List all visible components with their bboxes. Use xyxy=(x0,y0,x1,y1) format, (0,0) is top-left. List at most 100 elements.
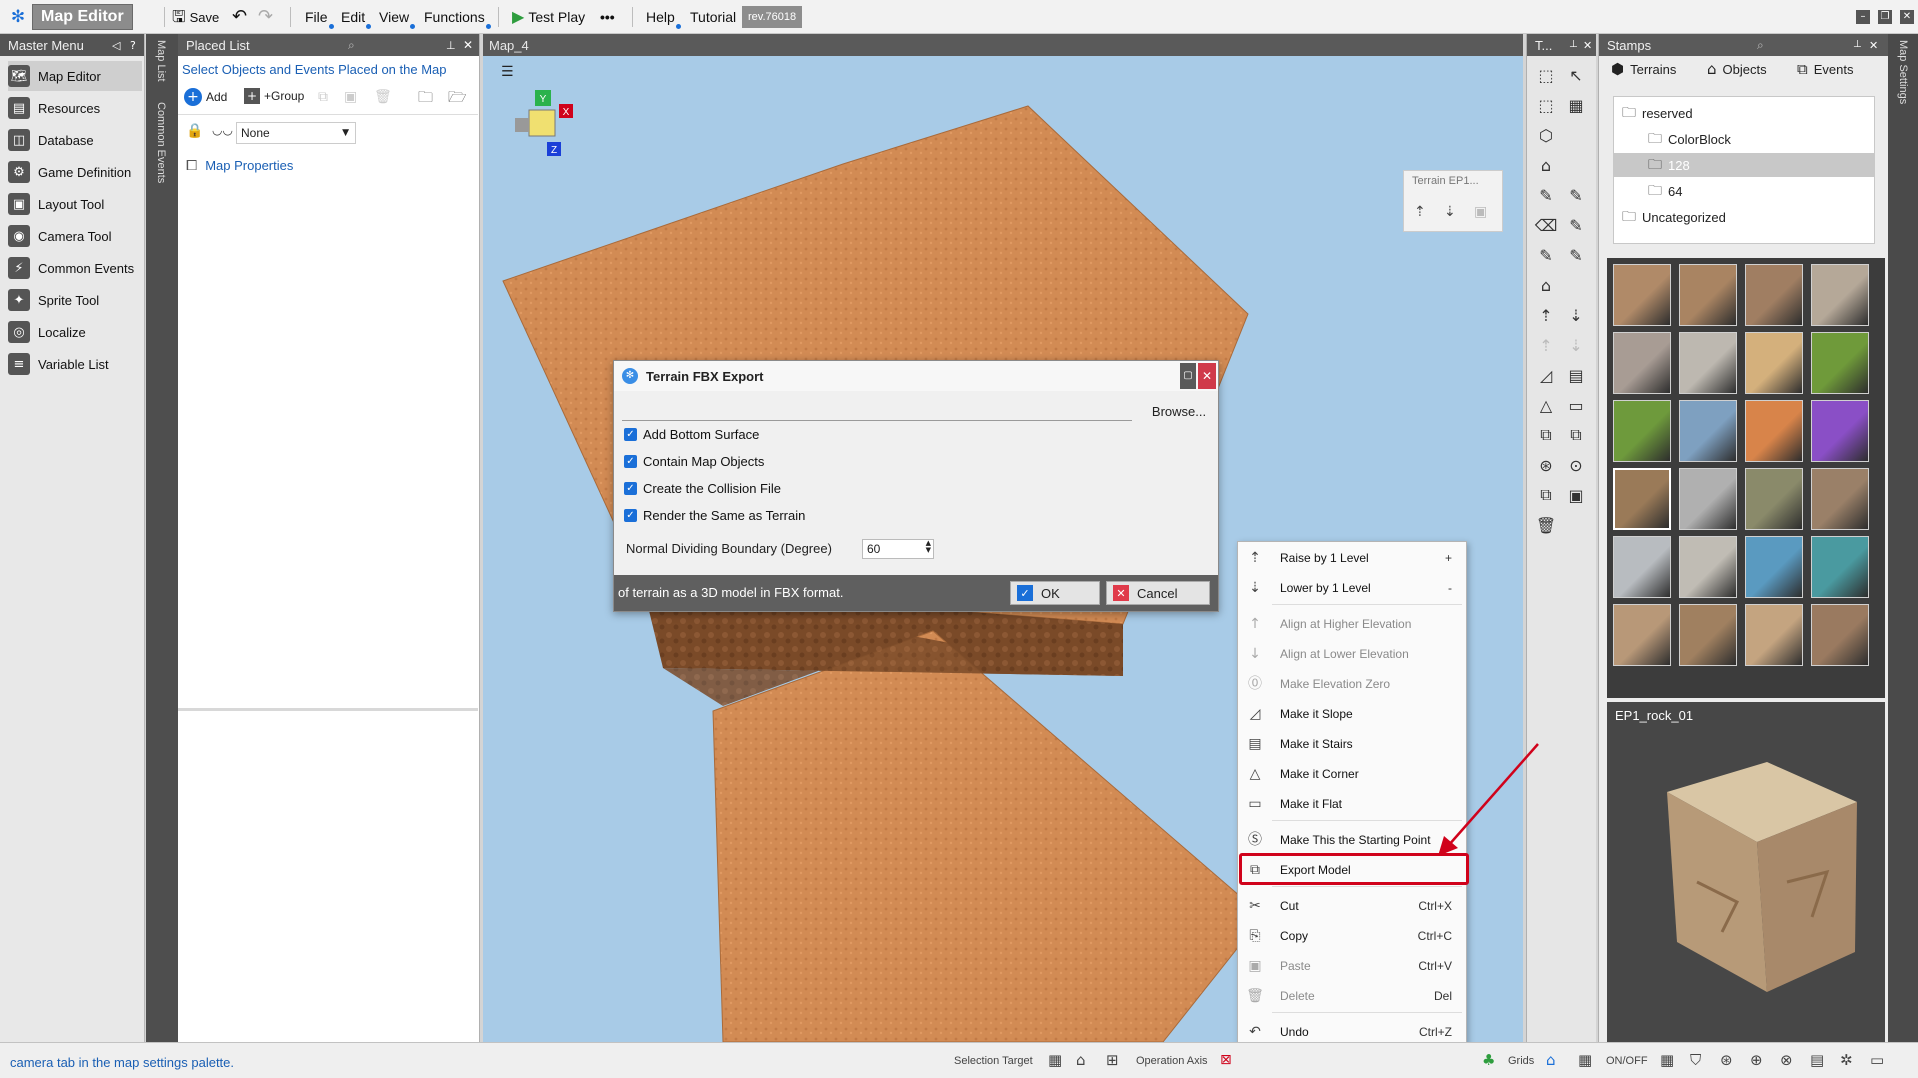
visibility-icon[interactable]: ◡◡ xyxy=(212,124,233,136)
tool-button-27-icon[interactable]: ⊛ xyxy=(1533,452,1559,478)
stamp-tile[interactable] xyxy=(1679,604,1737,666)
home-grid-icon[interactable]: ⌂ xyxy=(1546,1053,1556,1068)
tool-button-31-icon[interactable]: 🗑 xyxy=(1533,512,1559,538)
tool-button-23-icon[interactable]: △ xyxy=(1533,392,1559,418)
stamp-tile[interactable] xyxy=(1811,536,1869,598)
stamp-tile[interactable] xyxy=(1811,400,1869,462)
context-item-raise[interactable]: ⇡ Raise by 1 Level + xyxy=(1238,544,1466,572)
terrain-lower-icon[interactable]: ⇣ xyxy=(1444,205,1456,219)
axis-gizmo[interactable]: Y X Z xyxy=(507,84,579,164)
stamp-folder-1[interactable]: 🗀 reserved xyxy=(1614,101,1874,125)
stamp-tile[interactable] xyxy=(1679,264,1737,326)
menu-icon[interactable]: ☰ xyxy=(501,64,514,79)
copy-icon[interactable]: ⧉ xyxy=(318,90,328,104)
status-toggle-7-icon[interactable]: ✲ xyxy=(1840,1053,1853,1068)
side-tab-map-list[interactable]: Map List xyxy=(155,40,167,82)
stamp-tile[interactable] xyxy=(1613,468,1671,530)
tools-pin-icon[interactable]: ⊥ xyxy=(1569,40,1578,50)
search-icon[interactable]: ⌕ xyxy=(348,39,355,51)
master-menu-item-variable-list[interactable]: ≡ Variable List xyxy=(8,349,142,379)
tool-button-2-icon[interactable]: ↖ xyxy=(1563,62,1589,88)
stamp-tile[interactable] xyxy=(1811,468,1869,530)
close-icon[interactable]: ✕ xyxy=(1900,10,1914,24)
stamp-folder-3[interactable]: 🗀 128 xyxy=(1614,153,1874,177)
master-menu-item-game-definition[interactable]: ⚙ Game Definition xyxy=(8,157,142,187)
tree-item-map-properties[interactable]: ⧠ Map Properties xyxy=(186,158,293,173)
tool-button-20-icon[interactable]: ⇣ xyxy=(1563,332,1589,358)
tree-icon[interactable]: ♣ xyxy=(1482,1053,1495,1068)
side-tab-common-events[interactable]: Common Events xyxy=(155,102,167,183)
tool-button-18-icon[interactable]: ⇣ xyxy=(1563,302,1589,328)
stamp-tile[interactable] xyxy=(1745,264,1803,326)
tool-button-28-icon[interactable]: ⊙ xyxy=(1563,452,1589,478)
stamp-tile[interactable] xyxy=(1745,536,1803,598)
spin-icon[interactable]: ▲ ▼ xyxy=(926,540,931,554)
master-menu-item-map[interactable]: 🗺 Map Editor xyxy=(8,61,142,91)
tool-button-12-icon[interactable]: ✎ xyxy=(1563,212,1589,238)
minimize-icon[interactable]: – xyxy=(1856,10,1870,24)
context-item-delete[interactable]: 🗑 Delete Del xyxy=(1238,982,1466,1010)
status-toggle-3-icon[interactable]: ⊛ xyxy=(1720,1053,1733,1068)
menu-file[interactable]: File xyxy=(305,0,334,34)
trash-icon[interactable]: 🗑 xyxy=(374,90,392,104)
terrain-clipboard-icon[interactable]: ▣ xyxy=(1474,205,1487,219)
tool-button-14-icon[interactable]: ✎ xyxy=(1563,242,1589,268)
help-icon[interactable]: ? xyxy=(130,40,136,51)
status-toggle-6-icon[interactable]: ▤ xyxy=(1810,1053,1824,1068)
layer-select[interactable]: None ▼ xyxy=(236,122,356,144)
restore-icon[interactable]: ❐ xyxy=(1878,10,1892,24)
tool-button-30-icon[interactable]: ▣ xyxy=(1563,482,1589,508)
dialog-titlebar[interactable]: ✻ Terrain FBX Export ▢ ✕ xyxy=(614,361,1218,391)
undo-toolbar-button[interactable]: ↶ xyxy=(232,0,247,34)
stamp-tile[interactable] xyxy=(1811,604,1869,666)
tool-button-13-icon[interactable]: ✎ xyxy=(1533,242,1559,268)
stamp-folder-4[interactable]: 🗀 64 xyxy=(1614,179,1874,203)
menu-edit[interactable]: Edit xyxy=(341,0,372,34)
tool-button-15-icon[interactable]: ⌂ xyxy=(1533,272,1559,298)
more-button[interactable]: ••• xyxy=(600,0,615,34)
panel-splitter[interactable] xyxy=(178,708,478,711)
stamp-tile[interactable] xyxy=(1613,400,1671,462)
tools-close-icon[interactable]: ✕ xyxy=(1583,40,1592,51)
terrain-raise-icon[interactable]: ⇡ xyxy=(1414,205,1426,219)
stamp-tile[interactable] xyxy=(1613,264,1671,326)
master-menu-item-database[interactable]: ◫ Database xyxy=(8,125,142,155)
menu-view[interactable]: View xyxy=(379,0,416,34)
dialog-close-icon[interactable]: ✕ xyxy=(1198,363,1216,389)
test-play-button[interactable]: ▶ Test Play xyxy=(512,0,585,34)
master-menu-item-resources[interactable]: ▤ Resources xyxy=(8,93,142,123)
status-toggle-5-icon[interactable]: ⊗ xyxy=(1780,1053,1793,1068)
stamp-tile[interactable] xyxy=(1679,468,1737,530)
stamp-folder-2[interactable]: 🗀 ColorBlock xyxy=(1614,127,1874,151)
tool-button-1-icon[interactable]: ⬚ xyxy=(1533,62,1559,88)
add-button[interactable]: + Add xyxy=(184,88,227,106)
stamp-tile[interactable] xyxy=(1745,332,1803,394)
cancel-button[interactable]: ✕ Cancel xyxy=(1106,581,1210,605)
context-item-zero[interactable]: ⓪ Make Elevation Zero xyxy=(1238,670,1466,698)
lock-icon[interactable]: 🔒 xyxy=(186,124,203,138)
tool-button-21-icon[interactable]: ◿ xyxy=(1533,362,1559,388)
context-item-cut[interactable]: ✂ Cut Ctrl+X xyxy=(1238,892,1466,920)
stamps-search-icon[interactable]: ⌕ xyxy=(1757,39,1764,51)
status-toggle-1-icon[interactable]: ▦ xyxy=(1660,1053,1674,1068)
tool-button-4-icon[interactable]: ▦ xyxy=(1563,92,1589,118)
tool-button-29-icon[interactable]: ⧉ xyxy=(1533,482,1559,508)
stamp-tile[interactable] xyxy=(1811,264,1869,326)
tool-button-26-icon[interactable]: ⧉ xyxy=(1563,422,1589,448)
stamp-tile[interactable] xyxy=(1613,536,1671,598)
status-toggle-2-icon[interactable]: ⛉ xyxy=(1690,1053,1701,1068)
context-item-slope[interactable]: ◿ Make it Slope xyxy=(1238,700,1466,728)
master-menu-item-localize[interactable]: ◎ Localize xyxy=(8,317,142,347)
menu-functions[interactable]: Functions xyxy=(424,0,491,34)
tool-button-7-icon[interactable]: ⌂ xyxy=(1533,152,1559,178)
stamp-folder-5[interactable]: 🗀 Uncategorized xyxy=(1614,205,1874,229)
event-select-icon[interactable]: ⊞ xyxy=(1106,1053,1119,1068)
context-item-lower[interactable]: ⇣ Lower by 1 Level - xyxy=(1238,574,1466,602)
folder-icon[interactable]: 🗀 xyxy=(418,90,433,105)
ok-button[interactable]: ✓ OK xyxy=(1010,581,1100,605)
menu-help[interactable]: Help xyxy=(646,0,681,34)
export-path-input[interactable] xyxy=(622,399,1132,421)
tool-button-11-icon[interactable]: ⌫ xyxy=(1533,212,1559,238)
tool-button-5-icon[interactable]: ⬡ xyxy=(1533,122,1559,148)
option-checkbox-4[interactable]: ✓ Render the Same as Terrain xyxy=(624,508,805,523)
